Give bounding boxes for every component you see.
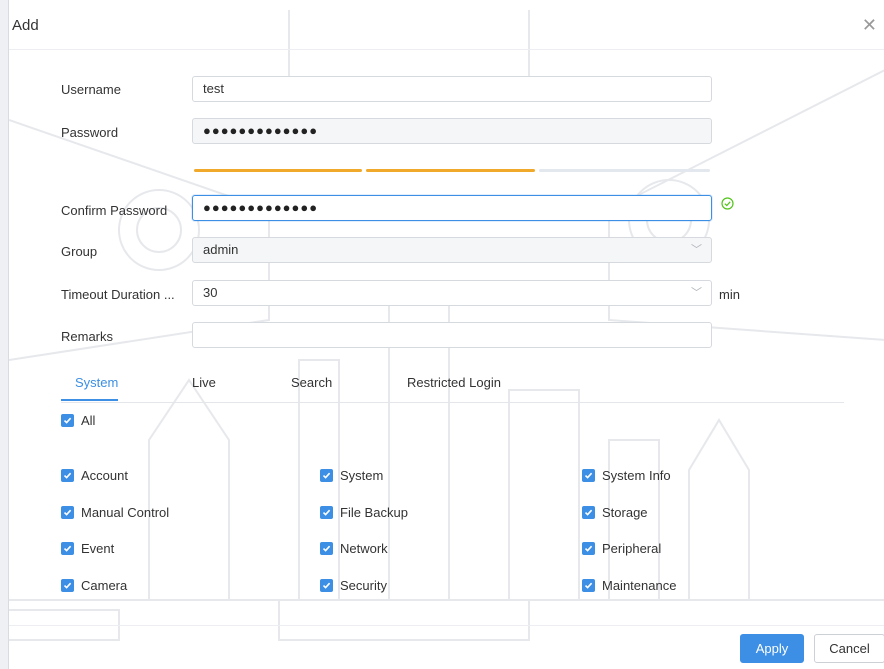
username-value: test (203, 81, 224, 96)
password-strength-segment-2 (366, 169, 535, 172)
checkmark-icon (61, 542, 74, 555)
checkbox-all[interactable]: All (61, 413, 95, 428)
checkbox-label: Manual Control (81, 505, 170, 520)
checkbox-label: Network (340, 541, 388, 556)
checkbox-network[interactable]: Network (320, 541, 388, 556)
checkbox-label: System Info (602, 468, 671, 483)
username-input[interactable]: test (192, 76, 712, 102)
checkmark-icon (61, 469, 74, 482)
password-label: Password (61, 125, 119, 140)
password-strength-segment-3 (539, 169, 710, 172)
checkbox-label: Peripheral (602, 541, 662, 556)
checkbox-manual-control[interactable]: Manual Control (61, 505, 169, 520)
confirm-password-input[interactable]: ●●●●●●●●●●●●● (192, 195, 712, 221)
active-tab-indicator (61, 399, 118, 401)
checkbox-file-backup[interactable]: File Backup (320, 505, 408, 520)
group-select[interactable]: admin ﹀ (192, 237, 712, 263)
checkbox-label: Security (340, 578, 387, 593)
timeout-value: 30 (203, 285, 218, 300)
check-circle-icon (721, 197, 734, 210)
password-strength-segment-1 (194, 169, 362, 172)
checkbox-account[interactable]: Account (61, 468, 128, 483)
checkbox-system-info[interactable]: System Info (582, 468, 671, 483)
remarks-input[interactable] (192, 322, 712, 348)
checkbox-label: Account (81, 468, 128, 483)
group-label: Group (61, 244, 98, 259)
permission-tabs: System Live Search Restricted Login (61, 372, 844, 403)
checkbox-label: Storage (602, 505, 648, 520)
checkmark-icon (582, 469, 595, 482)
checkbox-camera[interactable]: Camera (61, 578, 127, 593)
checkbox-label: System (340, 468, 384, 483)
timeout-unit: min (719, 287, 740, 302)
checkbox-label: Event (81, 541, 115, 556)
checkbox-peripheral[interactable]: Peripheral (582, 541, 661, 556)
checkmark-icon (320, 579, 333, 592)
tab-search[interactable]: Search (291, 375, 332, 390)
tab-live[interactable]: Live (192, 375, 216, 390)
chevron-down-icon: ﹀ (691, 287, 702, 299)
checkmark-icon (320, 506, 333, 519)
password-value: ●●●●●●●●●●●●● (203, 123, 319, 138)
add-user-dialog: Add ✕ Username test Password ●●●●●●●●●●●… (8, 0, 884, 669)
checkbox-system[interactable]: System (320, 468, 383, 483)
checkmark-icon (61, 414, 74, 427)
checkmark-icon (582, 542, 595, 555)
checkbox-storage[interactable]: Storage (582, 505, 648, 520)
chevron-down-icon: ﹀ (691, 244, 702, 256)
username-label: Username (61, 82, 121, 97)
tab-restricted-login[interactable]: Restricted Login (407, 375, 501, 390)
checkbox-label: Maintenance (602, 578, 677, 593)
checkbox-label: Camera (81, 578, 128, 593)
checkmark-icon (320, 469, 333, 482)
footer-divider (9, 625, 884, 626)
dialog-title: Add (12, 17, 39, 34)
checkbox-event[interactable]: Event (61, 541, 114, 556)
checkbox-security[interactable]: Security (320, 578, 387, 593)
checkmark-icon (582, 506, 595, 519)
password-input[interactable]: ●●●●●●●●●●●●● (192, 118, 712, 144)
cancel-button[interactable]: Cancel (814, 634, 884, 663)
checkbox-maintenance[interactable]: Maintenance (582, 578, 676, 593)
confirm-password-value: ●●●●●●●●●●●●● (203, 200, 319, 215)
dialog-header: Add ✕ (9, 0, 884, 50)
checkmark-icon (61, 579, 74, 592)
checkmark-icon (320, 542, 333, 555)
close-icon[interactable]: ✕ (862, 16, 877, 34)
group-value: admin (203, 242, 239, 257)
apply-button[interactable]: Apply (740, 634, 804, 663)
checkmark-icon (582, 579, 595, 592)
timeout-label: Timeout Duration ... (61, 287, 175, 302)
checkmark-icon (61, 506, 74, 519)
tab-system[interactable]: System (75, 375, 118, 390)
confirm-password-label: Confirm Password (61, 203, 168, 218)
timeout-select[interactable]: 30 ﹀ (192, 280, 712, 306)
remarks-label: Remarks (61, 329, 114, 344)
checkbox-all-label: All (81, 413, 96, 428)
checkbox-label: File Backup (340, 505, 408, 520)
